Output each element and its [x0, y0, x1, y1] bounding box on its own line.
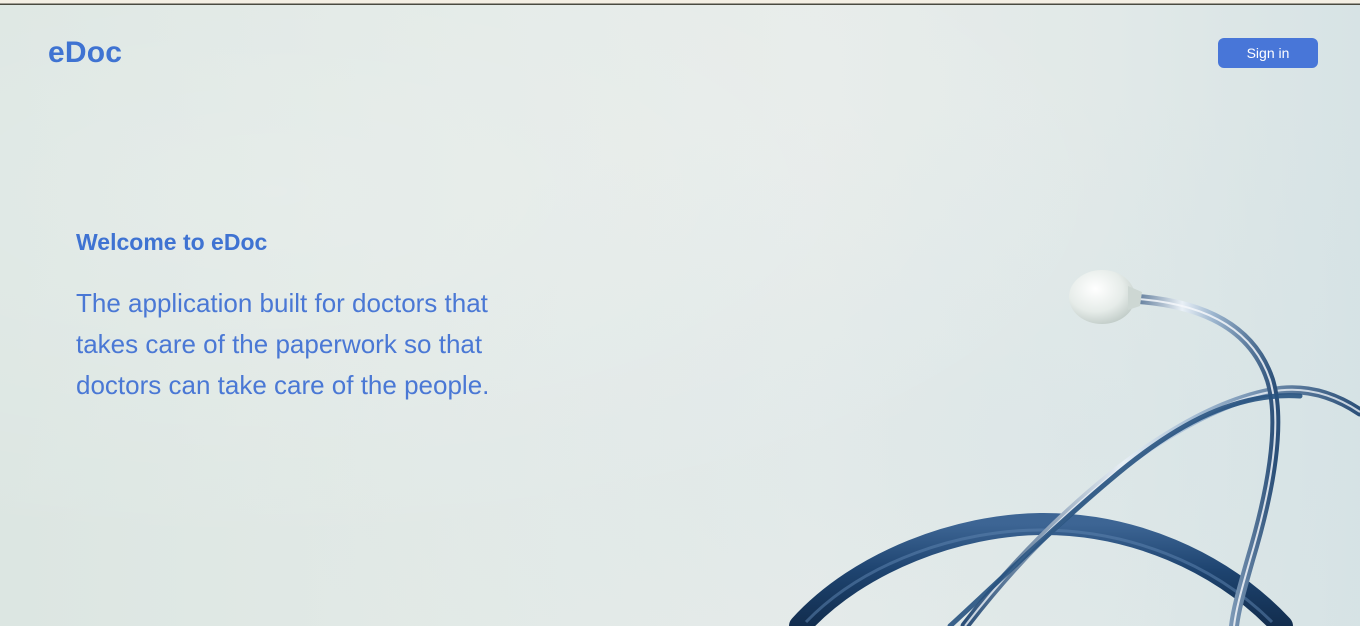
brand-logo[interactable]: eDoc [48, 35, 122, 71]
sign-in-button[interactable]: Sign in [1218, 38, 1318, 68]
welcome-heading: Welcome to eDoc [76, 229, 268, 255]
hero-tagline: The application built for doctors that t… [76, 288, 490, 400]
